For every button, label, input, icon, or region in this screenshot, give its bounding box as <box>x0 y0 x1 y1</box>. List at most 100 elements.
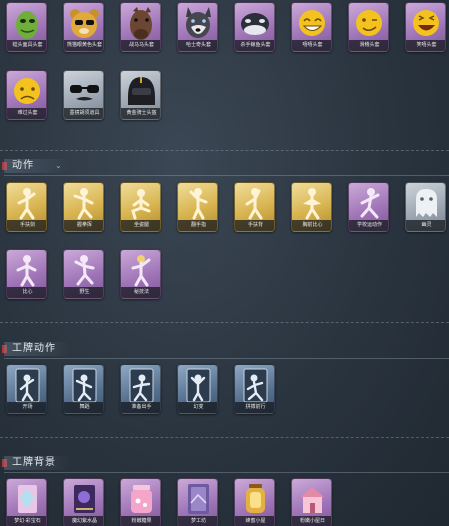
whale-mask-icon <box>241 13 269 35</box>
item-caption: 开场 <box>7 402 46 413</box>
item-tile[interactable]: 熊猫眼黄色头套 <box>63 2 104 52</box>
card-emotes-row: 开场 舞蹈 准备出手 幻变 拼搏前行 <box>0 362 449 426</box>
item-tile[interactable]: 开场 <box>6 364 47 414</box>
frog-mask-icon <box>16 11 38 39</box>
item-caption: 梦工坊 <box>178 516 217 526</box>
item-tile[interactable]: 梦工坊 <box>177 478 218 526</box>
item-tile[interactable]: 学校运动作 <box>348 182 389 232</box>
item-caption: 握拳挥 <box>64 220 103 231</box>
item-tile[interactable]: 蛙头面具头套 <box>6 2 47 52</box>
card-pose-icon <box>243 368 268 403</box>
item-tile[interactable]: 秘技法 <box>120 249 161 299</box>
item-caption: 魔幻紫水晶 <box>64 516 103 526</box>
pose-icon <box>360 188 380 219</box>
horse-mask-icon <box>130 7 152 40</box>
item-tile[interactable]: 杀手鲸鱼头套 <box>234 2 275 52</box>
pose-icon <box>302 188 322 220</box>
item-caption: 熊猫眼黄色头套 <box>64 40 103 51</box>
item-caption: 笑嘻头套 <box>406 40 445 51</box>
item-caption: 滑稽头套 <box>349 40 388 51</box>
chevron-down-icon[interactable]: ⌄ <box>55 161 62 170</box>
item-tile[interactable]: 墨镜胡须道具 <box>63 70 104 120</box>
item-caption: 手扶剑 <box>7 220 46 231</box>
item-tile[interactable]: 舞蹈 <box>63 364 104 414</box>
house-icon <box>301 487 324 513</box>
item-tile[interactable]: 梦幻·彩宝石 <box>6 478 47 526</box>
pose-icon <box>131 255 151 287</box>
item-caption: 秘技法 <box>121 287 160 298</box>
item-caption: 粉嫩糖果 <box>121 516 160 526</box>
item-tile[interactable]: 幽灵 <box>405 182 446 232</box>
item-caption: 坐姿腿 <box>121 220 160 231</box>
item-tile[interactable]: 粉嫩小屋日 <box>291 478 332 526</box>
item-caption: 手扶背 <box>235 220 274 231</box>
item-caption: 比心 <box>7 287 46 298</box>
sad-emoji-mask-icon <box>14 78 40 104</box>
item-caption: 蜂蜜小屋 <box>235 516 274 526</box>
item-tile[interactable]: 战马马头套 <box>120 2 161 52</box>
item-tile[interactable]: 嘻嘻头套 <box>291 2 332 52</box>
pose-icon <box>245 188 263 220</box>
item-tile[interactable]: 蜂蜜小屋 <box>234 478 275 526</box>
section-divider <box>0 322 449 323</box>
book-icon <box>74 485 95 513</box>
section-header-emotes: 动作 ⌄ <box>0 159 449 177</box>
item-caption: 幻变 <box>178 402 217 413</box>
item-tile[interactable]: 难过头套 <box>6 70 47 120</box>
item-caption: 学校运动作 <box>349 220 388 231</box>
masks-row-1: 蛙头面具头套 熊猫眼黄色头套 战马马头套 哈士奇头套 杀手鲸鱼头套 嘻嘻头套 滑… <box>0 0 449 64</box>
pose-icon <box>17 188 36 220</box>
item-tile[interactable]: 坐姿腿 <box>120 182 161 232</box>
item-caption: 舞蹈 <box>64 402 103 413</box>
item-caption: 拼搏前行 <box>235 402 274 413</box>
item-caption: 胸前比心 <box>292 220 331 231</box>
pose-icon <box>131 189 151 220</box>
item-caption: 准备出手 <box>121 402 160 413</box>
item-caption: 蛙头面具头套 <box>7 40 46 51</box>
pose-icon <box>16 255 37 287</box>
jar-icon <box>131 485 152 513</box>
ghost-icon <box>416 189 437 217</box>
card-pose-icon <box>72 368 97 403</box>
section-header-card-backgrounds: 工牌背景 <box>0 456 449 474</box>
item-caption: 墨镜胡须道具 <box>64 108 103 119</box>
item-tile[interactable]: 魔幻紫水晶 <box>63 478 104 526</box>
item-caption: 难过头套 <box>7 108 46 119</box>
masks-row-2: 难过头套 墨镜胡须道具 黄金骑士头盔 <box>0 68 449 132</box>
item-caption: 哈士奇头套 <box>178 40 217 51</box>
item-caption: 黄金骑士头盔 <box>121 108 160 119</box>
item-tile[interactable]: 滑稽头套 <box>348 2 389 52</box>
card-pose-icon <box>129 368 154 403</box>
item-tile[interactable]: 手扶背 <box>234 182 275 232</box>
item-tile[interactable]: 翻手指 <box>177 182 218 232</box>
item-tile[interactable]: 手扶剑 <box>6 182 47 232</box>
item-tile[interactable]: 黄金骑士头盔 <box>120 70 161 120</box>
item-caption: 杀手鲸鱼头套 <box>235 40 274 51</box>
item-tile[interactable]: 胸前比心 <box>291 182 332 232</box>
item-tile[interactable]: 哈士奇头套 <box>177 2 218 52</box>
section-divider <box>0 150 449 151</box>
helmet-icon <box>128 77 155 105</box>
item-tile[interactable]: 野生 <box>63 249 104 299</box>
item-tile[interactable]: 比心 <box>6 249 47 299</box>
header-rule <box>4 472 449 473</box>
grin-emoji-mask-icon <box>299 10 325 36</box>
item-caption: 幽灵 <box>406 220 445 231</box>
pose-icon <box>73 188 94 220</box>
item-tile[interactable]: 握拳挥 <box>63 182 104 232</box>
header-rule <box>4 175 449 176</box>
section-divider <box>0 437 449 438</box>
item-tile[interactable]: 粉嫩糖果 <box>120 478 161 526</box>
item-tile[interactable]: 拼搏前行 <box>234 364 275 414</box>
pose-icon <box>189 188 208 220</box>
item-caption: 梦幻·彩宝石 <box>7 516 46 526</box>
item-tile[interactable]: 幻变 <box>177 364 218 414</box>
item-caption: 粉嫩小屋日 <box>292 516 331 526</box>
lantern-icon <box>246 484 265 513</box>
item-tile[interactable]: 准备出手 <box>120 364 161 414</box>
item-caption: 野生 <box>64 287 103 298</box>
wink-emoji-mask-icon <box>356 10 382 36</box>
card-pose-icon <box>15 368 40 403</box>
section-title: 工牌动作 <box>12 343 56 354</box>
item-tile[interactable]: 笑嘻头套 <box>405 2 446 52</box>
